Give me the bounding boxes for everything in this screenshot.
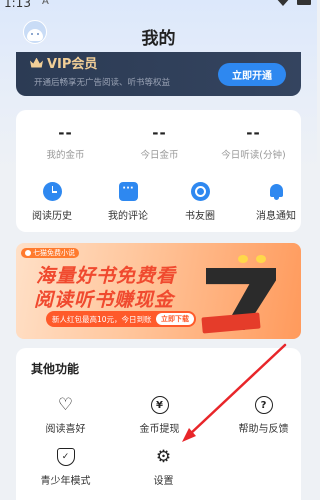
func-label: 帮助与反馈 [238,424,289,435]
other-functions-title: 其他功能 [31,362,80,376]
promo-logo-text: 七猫免费小说 [33,249,75,257]
func-settings[interactable]: ⚙ 设置 [116,447,211,487]
shortcut-my-comments[interactable]: 我的评论 [88,182,168,222]
stat-value: -- [58,124,73,142]
stat-value: -- [246,124,261,142]
func-teen-mode[interactable]: ✓ 青少年模式 [18,448,113,487]
cat-eye-icon [256,255,266,263]
qimao-logo-icon [25,250,31,256]
promo-offer: 新人红包最高10元，今日到账 立即下载 [46,311,196,327]
shortcut-reading-history[interactable]: 阅读历史 [12,182,92,222]
gear-icon: ⚙ [155,447,172,467]
cat-eye-icon [238,255,248,263]
friends-circle-icon [190,182,210,201]
header: 我的 [0,16,317,52]
func-label: 设置 [153,476,174,487]
func-help-feedback[interactable]: ? 帮助与反馈 [216,396,311,435]
wifi-icon [275,0,291,6]
stat-today-listen[interactable]: -- 今日听读(分钟) [206,124,301,161]
func-label: 青少年模式 [40,476,91,487]
promo-offer-text: 新人红包最高10元，今日到账 [52,314,152,324]
vip-title-text: VIP会员 [47,57,98,72]
promo-banner[interactable]: 七猫免费小说 海量好书免费看 阅读听书赚现金 新人红包最高10元，今日到账 立即… [16,243,301,339]
promo-subheadline: 阅读听书赚现金 [34,289,175,311]
stat-label: 今日金币 [140,150,179,161]
comment-icon [118,182,138,201]
vip-description: 开通后畅享无广告阅读、听书等权益 [34,78,171,88]
func-coin-withdraw[interactable]: ¥ 金币提现 [112,396,207,435]
promo-logo: 七猫免费小说 [21,248,79,258]
red-envelope-icon [201,312,261,334]
battery-icon [297,0,311,5]
heart-icon: ♡ [57,395,74,415]
page-title: 我的 [141,29,176,49]
shield-icon: ✓ [56,448,75,466]
crown-icon [30,57,43,68]
shortcut-label: 我的评论 [108,211,148,222]
func-label: 金币提现 [139,424,180,435]
promo-download-button[interactable]: 立即下载 [156,313,194,325]
vip-title: VIP会员 [30,53,97,72]
shortcut-book-friends[interactable]: 书友圈 [160,182,240,222]
bell-icon [267,182,286,201]
status-extra: A [42,0,49,7]
func-reading-preference[interactable]: ♡ 阅读喜好 [18,395,113,435]
stat-value: -- [152,124,167,142]
help-icon: ? [254,396,273,414]
shortcut-label: 书友圈 [185,211,215,222]
status-bar: 1:13 A [0,0,317,12]
stat-my-coins[interactable]: -- 我的金币 [18,124,113,161]
func-label: 阅读喜好 [45,424,86,435]
vip-banner[interactable]: VIP会员 开通后畅享无广告阅读、听书等权益 立即开通 [16,52,301,96]
promo-headline: 海量好书免费看 [36,265,177,287]
shortcut-notifications[interactable]: 消息通知 [236,182,316,222]
stat-today-coins[interactable]: -- 今日金币 [112,124,207,161]
shortcut-label: 阅读历史 [32,211,72,222]
stat-label: 我的金币 [46,150,85,161]
vip-open-button[interactable]: 立即开通 [218,63,286,86]
stats-card: -- 我的金币 -- 今日金币 -- 今日听读(分钟) 阅读历史 我的评论 书友… [16,110,301,232]
shortcut-label: 消息通知 [256,211,296,222]
history-clock-icon [42,182,62,201]
stat-label: 今日听读(分钟) [221,150,286,161]
status-time: 1:13 [4,0,31,10]
other-functions-card: 其他功能 ♡ 阅读喜好 ¥ 金币提现 ? 帮助与反馈 ✓ 青少年模式 ⚙ 设置 [16,348,301,500]
yen-icon: ¥ [150,396,169,414]
status-icons [275,0,311,7]
